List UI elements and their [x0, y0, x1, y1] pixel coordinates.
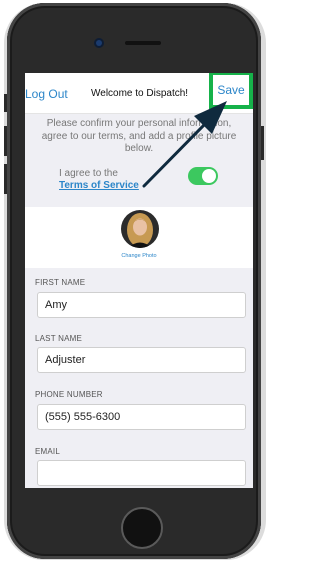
earpiece-speaker: [125, 41, 161, 45]
device-frame-stage: Log Out Welcome to Dispatch! Save Please…: [0, 0, 269, 563]
logout-button[interactable]: Log Out: [25, 87, 68, 101]
last-name-field[interactable]: [37, 347, 246, 373]
power-button: [261, 126, 264, 160]
home-button[interactable]: [121, 507, 163, 549]
avatar[interactable]: [121, 210, 159, 248]
terms-section: Please confirm your personal information…: [25, 114, 253, 207]
phone-number-field[interactable]: [37, 404, 246, 430]
profile-photo-section: Change Photo: [25, 207, 253, 268]
change-photo-button[interactable]: Change Photo: [25, 253, 253, 259]
email-field[interactable]: [37, 460, 246, 486]
avatar-photo-icon: [121, 210, 159, 248]
agree-label: I agree to the: [59, 168, 118, 179]
first-name-label: FIRST NAME: [35, 278, 86, 287]
save-button[interactable]: Save: [209, 73, 253, 109]
email-label: EMAIL: [35, 447, 61, 456]
navigation-bar: Log Out Welcome to Dispatch! Save: [25, 73, 253, 114]
first-name-field[interactable]: [37, 292, 246, 318]
phone-number-label: PHONE NUMBER: [35, 390, 103, 399]
terms-of-service-link[interactable]: Terms of Service: [59, 180, 139, 191]
profile-form: FIRST NAME LAST NAME PHONE NUMBER EMAIL: [25, 268, 253, 488]
app-screen: Log Out Welcome to Dispatch! Save Please…: [25, 73, 253, 488]
terms-toggle[interactable]: [188, 167, 218, 185]
page-title: Welcome to Dispatch!: [91, 88, 189, 99]
intro-message: Please confirm your personal information…: [41, 118, 237, 154]
front-camera: [96, 40, 102, 46]
toggle-knob: [202, 169, 216, 183]
last-name-label: LAST NAME: [35, 334, 82, 343]
